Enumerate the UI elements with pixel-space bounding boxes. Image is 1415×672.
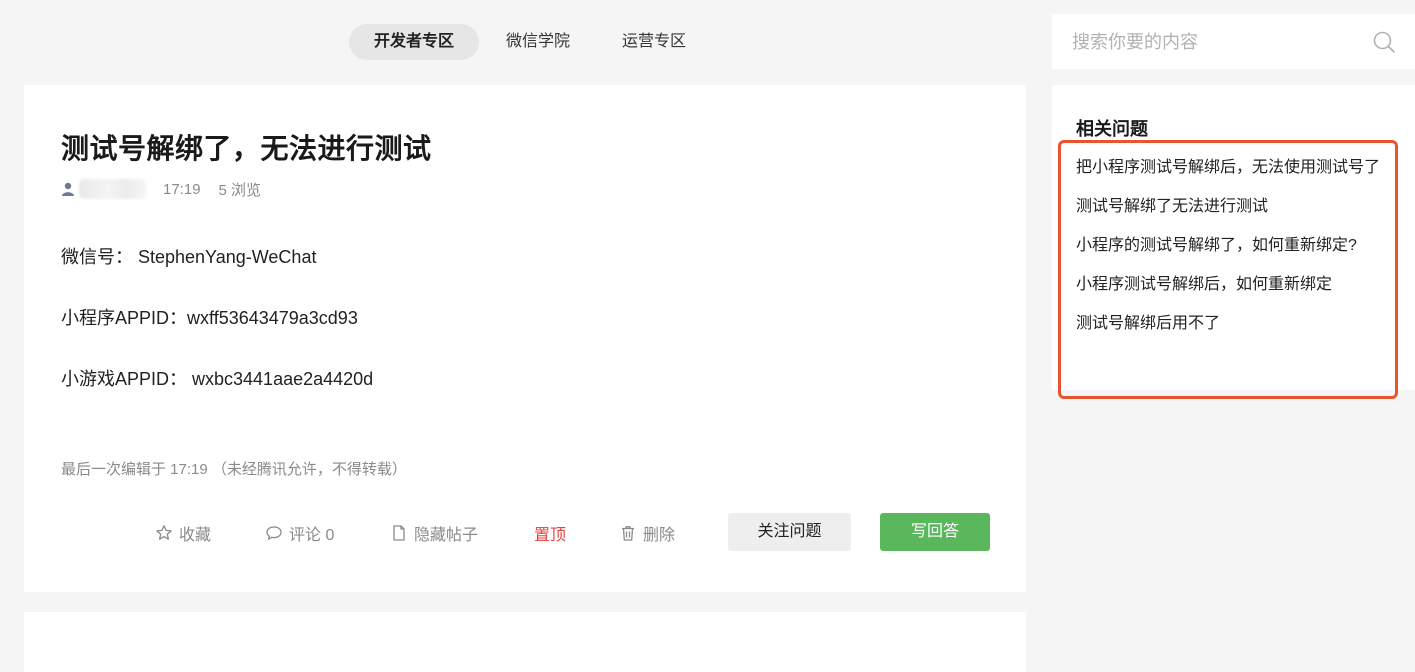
edit-note: 最后一次编辑于 17:19 （未经腾讯允许，不得转载） bbox=[61, 461, 407, 478]
favorite-label: 收藏 bbox=[179, 527, 212, 544]
tab-developer-zone[interactable]: 开发者专区 bbox=[349, 24, 480, 60]
pin-button[interactable]: 置顶 bbox=[534, 521, 566, 545]
trash-icon bbox=[622, 526, 634, 541]
delete-button[interactable]: 删除 bbox=[619, 521, 675, 545]
search-icon[interactable] bbox=[1372, 30, 1396, 59]
related-questions-title: 相关问题 bbox=[1076, 119, 1148, 139]
answers-card bbox=[24, 612, 1026, 672]
tab-wechat-academy[interactable]: 微信学院 bbox=[481, 24, 595, 60]
pin-label: 置顶 bbox=[534, 527, 567, 544]
search-input[interactable] bbox=[1070, 26, 1364, 58]
favorite-button[interactable]: 收藏 bbox=[155, 521, 211, 545]
author-name-redacted[interactable] bbox=[79, 179, 147, 199]
post-body-line: 小游戏APPID： wxbc3441aae2a4420d bbox=[61, 369, 374, 389]
comment-button[interactable]: 评论 0 bbox=[265, 521, 334, 545]
follow-question-button[interactable]: 关注问题 bbox=[728, 513, 851, 551]
post-time: 17:19 bbox=[163, 180, 201, 198]
delete-label: 删除 bbox=[643, 527, 676, 544]
user-icon bbox=[61, 182, 75, 196]
star-icon bbox=[156, 525, 172, 540]
hide-post-button[interactable]: 隐藏帖子 bbox=[390, 521, 478, 545]
document-icon bbox=[393, 525, 405, 541]
post-card: 测试号解绑了，无法进行测试 17:19 5 浏览 微信号： StephenYan… bbox=[24, 85, 1026, 592]
view-count: 5 浏览 bbox=[218, 181, 262, 199]
post-body-line: 小程序APPID：wxff53643479a3cd93 bbox=[61, 308, 358, 328]
category-tabs: 开发者专区 微信学院 运营专区 bbox=[349, 24, 711, 60]
comment-label: 评论 0 bbox=[289, 527, 335, 544]
tab-operations-zone[interactable]: 运营专区 bbox=[597, 24, 711, 60]
post-actions: 收藏 评论 0 隐藏帖子 置顶 删除 关注问题 写回答 bbox=[24, 513, 1026, 551]
post-body-line: 微信号： StephenYang-WeChat bbox=[61, 247, 317, 267]
comment-icon bbox=[266, 526, 282, 541]
hide-post-label: 隐藏帖子 bbox=[414, 527, 479, 544]
write-answer-button[interactable]: 写回答 bbox=[880, 513, 990, 551]
highlight-annotation-box bbox=[1058, 140, 1398, 399]
post-meta: 17:19 5 浏览 bbox=[61, 178, 261, 200]
post-title: 测试号解绑了，无法进行测试 bbox=[61, 133, 432, 164]
search-box bbox=[1052, 14, 1415, 69]
